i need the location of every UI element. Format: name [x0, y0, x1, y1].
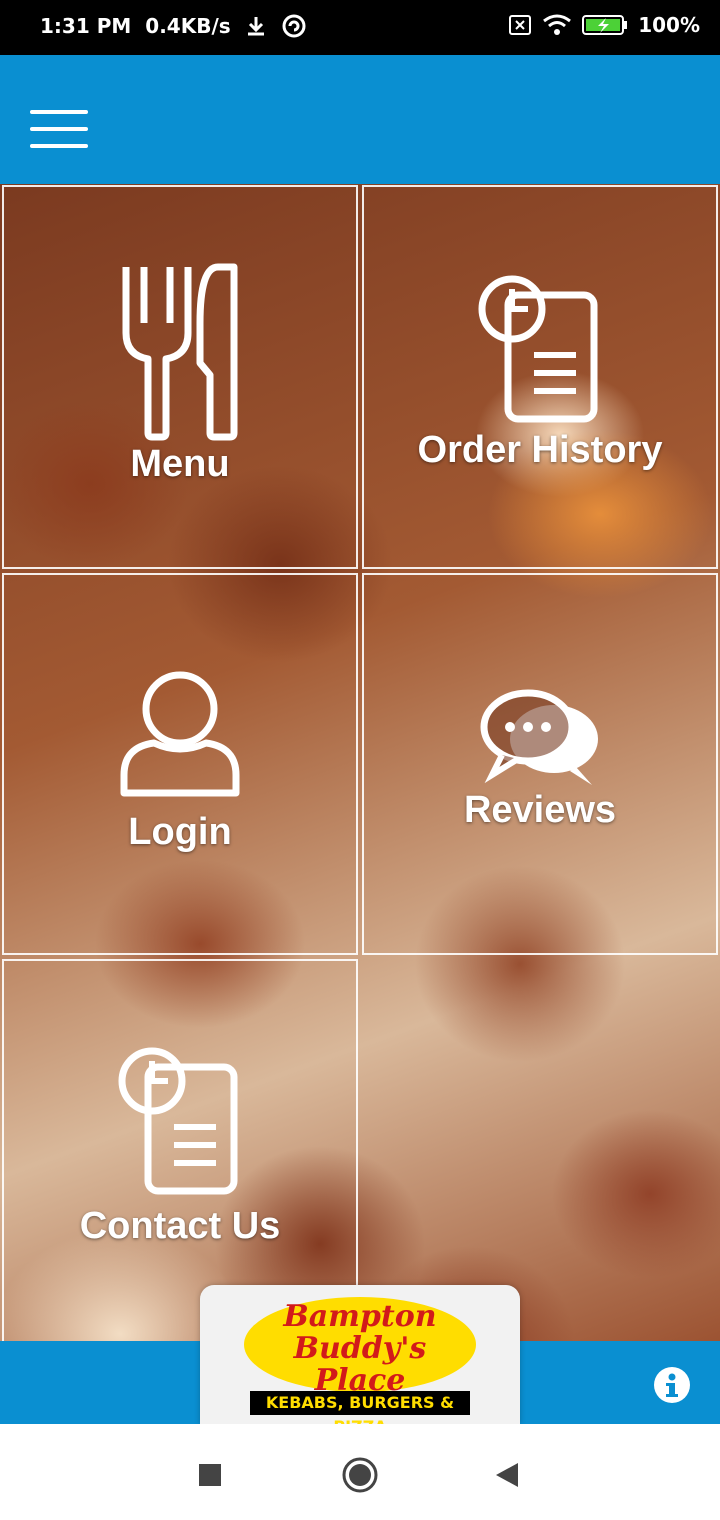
logo-name: Bampton Buddy's Place [244, 1301, 476, 1397]
tile-menu-label: Menu [130, 443, 230, 485]
hamburger-menu-button[interactable] [30, 110, 90, 150]
tile-reviews[interactable]: Reviews [362, 573, 718, 955]
user-icon [120, 671, 240, 797]
back-button[interactable] [482, 1450, 532, 1500]
status-time: 1:31 PM [40, 14, 132, 38]
home-button[interactable] [335, 1450, 385, 1500]
circle-icon [342, 1457, 378, 1493]
hero-background: Menu Order History Login Reviews Contact… [0, 184, 720, 1341]
tile-menu[interactable]: Menu [2, 185, 358, 569]
battery-charging-icon [582, 15, 628, 35]
square-icon [199, 1464, 221, 1486]
logo-line2: Buddy's Place [293, 1331, 427, 1398]
hamburger-icon [30, 144, 88, 148]
download-icon [247, 17, 264, 36]
hamburger-icon [30, 127, 88, 131]
system-nav-bar [0, 1424, 720, 1520]
sync-icon [282, 14, 306, 38]
network-speed: 0.4KB/s [145, 14, 231, 38]
triangle-back-icon [496, 1463, 518, 1487]
restaurant-logo: Bampton Buddy's Place KEBABS, BURGERS & … [200, 1285, 520, 1436]
tile-contact-us-label: Contact Us [79, 1205, 281, 1247]
status-bar: 1:31 PM 0.4KB/s 100% [0, 0, 720, 55]
chat-bubbles-icon [480, 689, 598, 785]
wifi-icon [543, 14, 572, 35]
tile-order-history-label: Order History [417, 429, 663, 471]
logo-line1: Bampton [283, 1299, 437, 1334]
app-bar [0, 55, 720, 184]
clock-document-icon [118, 1047, 238, 1195]
info-button[interactable] [654, 1367, 690, 1403]
sim-off-icon [509, 15, 532, 35]
hamburger-icon [30, 110, 88, 114]
tile-login[interactable]: Login [2, 573, 358, 955]
logo-tagline: KEBABS, BURGERS & PIZZA [250, 1391, 470, 1436]
tile-contact-us[interactable]: Contact Us [2, 959, 358, 1341]
battery-percent: 100% [638, 13, 700, 37]
fork-knife-icon [122, 263, 238, 441]
tile-reviews-label: Reviews [463, 789, 617, 831]
tile-login-label: Login [128, 811, 232, 853]
info-icon [666, 1373, 678, 1397]
clock-document-icon [478, 275, 598, 423]
recents-button[interactable] [185, 1450, 235, 1500]
tile-order-history[interactable]: Order History [362, 185, 718, 569]
